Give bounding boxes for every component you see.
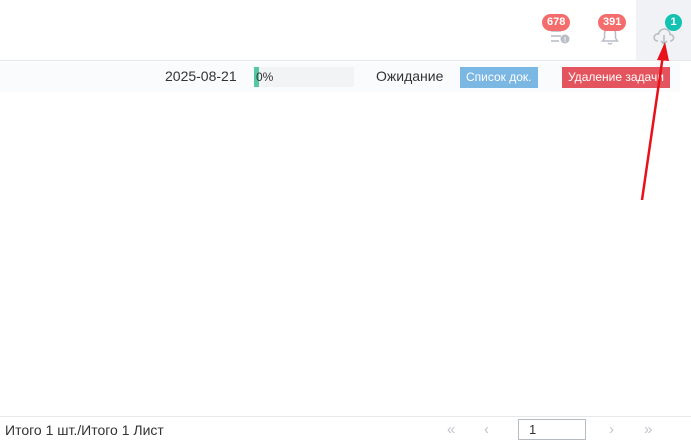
task-date: 2025-08-21: [165, 68, 237, 84]
svg-text:!: !: [564, 37, 566, 44]
pagination-footer: Итого 1 шт./Итого 1 Лист « ‹ › »: [0, 416, 691, 442]
downloads-badge: 1: [665, 14, 682, 31]
task-status: Ожидание: [376, 68, 444, 84]
page-number-input[interactable]: [518, 419, 586, 440]
last-page-icon[interactable]: »: [644, 421, 652, 439]
messages-badge: 678: [542, 14, 571, 31]
app-page: ! 678 391 1 2025-08-21 0% Ожидание Списо…: [0, 0, 691, 442]
delete-task-button[interactable]: Удаление задачи: [562, 67, 670, 88]
download-task-row: 2025-08-21 0% Ожидание Список док. Удале…: [0, 62, 680, 92]
document-list-button[interactable]: Список док.: [460, 67, 538, 88]
messages-button[interactable]: ! 678: [535, 0, 585, 60]
top-header: ! 678 391 1: [0, 0, 691, 61]
first-page-icon[interactable]: «: [447, 421, 455, 439]
task-progress-text: 0%: [256, 70, 274, 84]
downloads-button[interactable]: 1: [636, 0, 691, 60]
task-progress-bar: 0%: [254, 67, 354, 87]
total-summary: Итого 1 шт./Итого 1 Лист: [5, 422, 164, 438]
next-page-icon[interactable]: ›: [609, 421, 614, 439]
prev-page-icon[interactable]: ‹: [484, 421, 489, 439]
notifications-button[interactable]: 391: [585, 0, 635, 60]
notifications-badge: 391: [598, 14, 627, 31]
